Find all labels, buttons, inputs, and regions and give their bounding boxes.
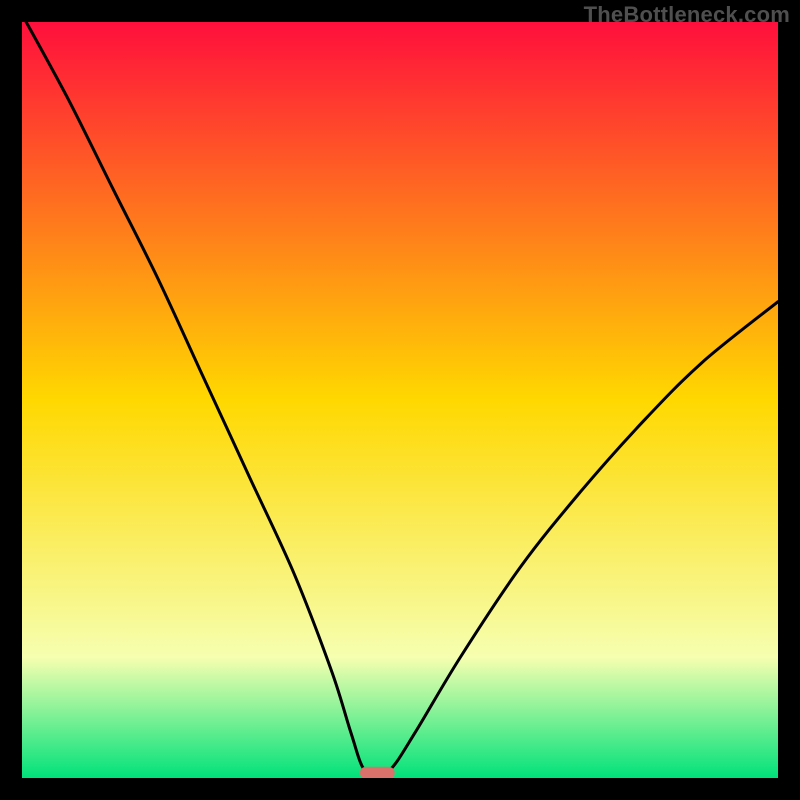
bottleneck-curve-plot	[22, 22, 778, 778]
watermark-text: TheBottleneck.com	[584, 2, 790, 28]
optimal-point-marker	[360, 767, 395, 778]
chart-frame: TheBottleneck.com	[0, 0, 800, 800]
